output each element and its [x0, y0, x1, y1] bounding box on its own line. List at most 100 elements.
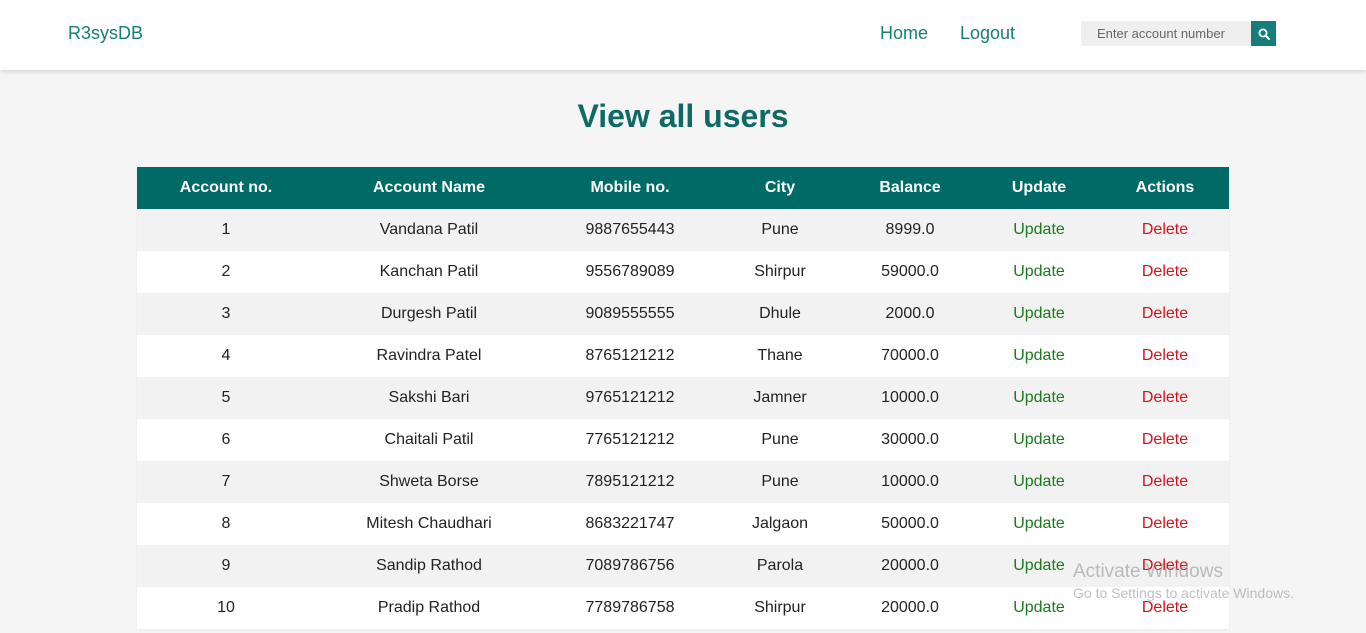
city-cell: Thane [717, 335, 843, 377]
city-cell: Shirpur [717, 587, 843, 629]
account-no-cell: 3 [137, 293, 315, 335]
update-link[interactable]: Update [1013, 473, 1065, 490]
table-row: 7 Shweta Borse 7895121212 Pune 10000.0 U… [137, 461, 1229, 503]
search-icon [1258, 28, 1270, 40]
account-search-input[interactable] [1081, 21, 1251, 46]
update-link[interactable]: Update [1013, 599, 1065, 616]
actions-cell: Delete [1101, 209, 1229, 251]
update-cell: Update [977, 419, 1101, 461]
account-name-cell: Durgesh Patil [315, 293, 543, 335]
account-name-cell: Mitesh Chaudhari [315, 503, 543, 545]
mobile-cell: 7765121212 [543, 419, 717, 461]
update-link[interactable]: Update [1013, 515, 1065, 532]
page-title: View all users [577, 98, 789, 134]
mobile-cell: 9765121212 [543, 377, 717, 419]
mobile-cell: 8683221747 [543, 503, 717, 545]
account-no-cell: 5 [137, 377, 315, 419]
brand-link[interactable]: R3sysDB [68, 22, 143, 44]
nav-logout-link[interactable]: Logout [960, 21, 1015, 45]
account-no-cell: 6 [137, 419, 315, 461]
delete-link[interactable]: Delete [1142, 305, 1188, 322]
delete-link[interactable]: Delete [1142, 473, 1188, 490]
update-link[interactable]: Update [1013, 431, 1065, 448]
delete-link[interactable]: Delete [1142, 221, 1188, 238]
table-row: 6 Chaitali Patil 7765121212 Pune 30000.0… [137, 419, 1229, 461]
update-link[interactable]: Update [1013, 221, 1065, 238]
search-button[interactable] [1251, 21, 1276, 46]
balance-cell: 70000.0 [843, 335, 977, 377]
column-header-update: Update [977, 167, 1101, 209]
account-no-cell: 1 [137, 209, 315, 251]
actions-cell: Delete [1101, 461, 1229, 503]
actions-cell: Delete [1101, 251, 1229, 293]
account-no-cell: 7 [137, 461, 315, 503]
account-no-cell: 8 [137, 503, 315, 545]
table-header-row: Account no. Account Name Mobile no. City… [137, 167, 1229, 209]
table-row: 1 Vandana Patil 9887655443 Pune 8999.0 U… [137, 209, 1229, 251]
update-link[interactable]: Update [1013, 347, 1065, 364]
update-link[interactable]: Update [1013, 305, 1065, 322]
column-header-mobile-no: Mobile no. [543, 167, 717, 209]
update-cell: Update [977, 293, 1101, 335]
update-cell: Update [977, 503, 1101, 545]
city-cell: Dhule [717, 293, 843, 335]
update-cell: Update [977, 209, 1101, 251]
balance-cell: 59000.0 [843, 251, 977, 293]
update-link[interactable]: Update [1013, 263, 1065, 280]
table-row: 8 Mitesh Chaudhari 8683221747 Jalgaon 50… [137, 503, 1229, 545]
actions-cell: Delete [1101, 503, 1229, 545]
account-no-cell: 4 [137, 335, 315, 377]
actions-cell: Delete [1101, 545, 1229, 587]
mobile-cell: 7895121212 [543, 461, 717, 503]
delete-link[interactable]: Delete [1142, 599, 1188, 616]
city-cell: Pune [717, 209, 843, 251]
balance-cell: 30000.0 [843, 419, 977, 461]
account-name-cell: Pradip Rathod [315, 587, 543, 629]
delete-link[interactable]: Delete [1142, 557, 1188, 574]
account-name-cell: Ravindra Patel [315, 335, 543, 377]
city-cell: Pune [717, 461, 843, 503]
account-name-cell: Vandana Patil [315, 209, 543, 251]
mobile-cell: 7089786756 [543, 545, 717, 587]
delete-link[interactable]: Delete [1142, 389, 1188, 406]
balance-cell: 2000.0 [843, 293, 977, 335]
account-no-cell: 2 [137, 251, 315, 293]
balance-cell: 8999.0 [843, 209, 977, 251]
delete-link[interactable]: Delete [1142, 263, 1188, 280]
actions-cell: Delete [1101, 335, 1229, 377]
account-name-cell: Chaitali Patil [315, 419, 543, 461]
balance-cell: 10000.0 [843, 377, 977, 419]
update-cell: Update [977, 377, 1101, 419]
city-cell: Jalgaon [717, 503, 843, 545]
actions-cell: Delete [1101, 293, 1229, 335]
delete-link[interactable]: Delete [1142, 347, 1188, 364]
update-link[interactable]: Update [1013, 557, 1065, 574]
users-table: Account no. Account Name Mobile no. City… [137, 167, 1229, 629]
city-cell: Jamner [717, 377, 843, 419]
column-header-balance: Balance [843, 167, 977, 209]
account-no-cell: 10 [137, 587, 315, 629]
delete-link[interactable]: Delete [1142, 431, 1188, 448]
balance-cell: 20000.0 [843, 545, 977, 587]
mobile-cell: 9887655443 [543, 209, 717, 251]
account-name-cell: Sakshi Bari [315, 377, 543, 419]
account-name-cell: Shweta Borse [315, 461, 543, 503]
update-link[interactable]: Update [1013, 389, 1065, 406]
actions-cell: Delete [1101, 377, 1229, 419]
column-header-city: City [717, 167, 843, 209]
table-row: 10 Pradip Rathod 7789786758 Shirpur 2000… [137, 587, 1229, 629]
actions-cell: Delete [1101, 419, 1229, 461]
top-navbar: R3sysDB Home Logout [0, 0, 1366, 70]
table-row: 9 Sandip Rathod 7089786756 Parola 20000.… [137, 545, 1229, 587]
mobile-cell: 8765121212 [543, 335, 717, 377]
mobile-cell: 9089555555 [543, 293, 717, 335]
column-header-actions: Actions [1101, 167, 1229, 209]
nav-home-link[interactable]: Home [880, 21, 928, 45]
update-cell: Update [977, 461, 1101, 503]
update-cell: Update [977, 587, 1101, 629]
table-row: 4 Ravindra Patel 8765121212 Thane 70000.… [137, 335, 1229, 377]
delete-link[interactable]: Delete [1142, 515, 1188, 532]
column-header-account-name: Account Name [315, 167, 543, 209]
mobile-cell: 7789786758 [543, 587, 717, 629]
account-name-cell: Kanchan Patil [315, 251, 543, 293]
